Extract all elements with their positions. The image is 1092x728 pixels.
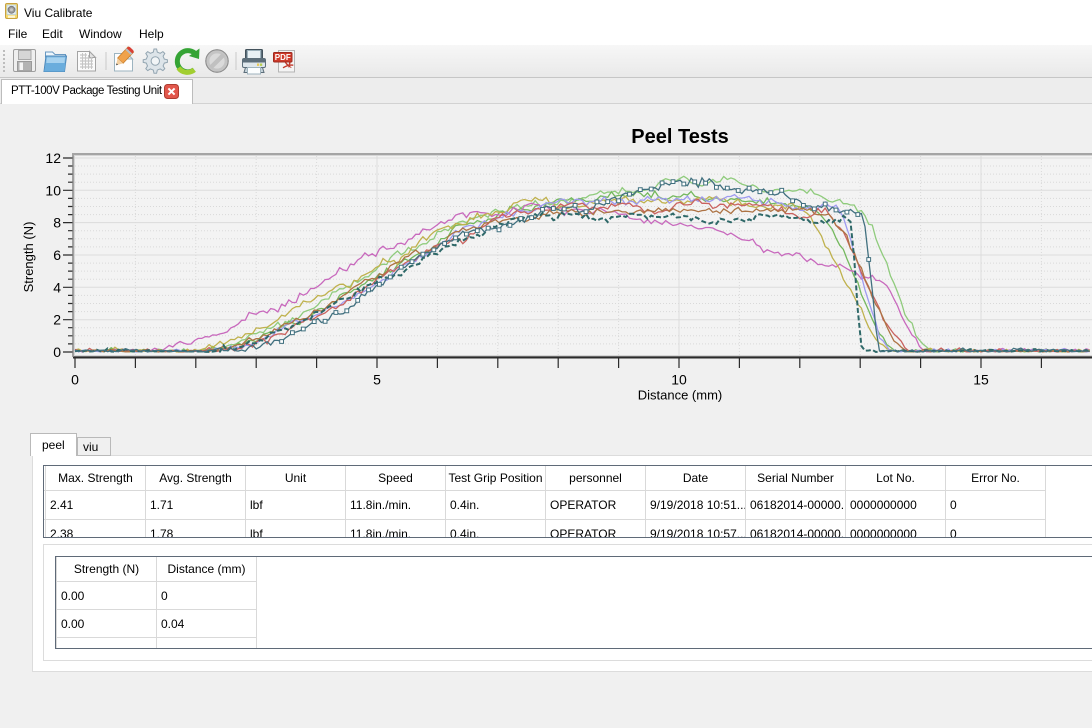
svg-text:15: 15: [973, 372, 989, 388]
svg-text:8: 8: [53, 215, 61, 231]
svg-text:0: 0: [71, 372, 79, 388]
svg-text:4: 4: [53, 279, 61, 295]
svg-text:Peel Tests: Peel Tests: [631, 126, 728, 148]
svg-text:5: 5: [373, 372, 381, 388]
svg-text:Distance (mm): Distance (mm): [638, 388, 723, 403]
svg-text:2: 2: [53, 312, 61, 328]
svg-text:6: 6: [53, 247, 61, 263]
svg-text:Strength (N): Strength (N): [21, 222, 36, 293]
svg-text:10: 10: [45, 182, 61, 198]
svg-text:12: 12: [45, 150, 61, 166]
svg-text:0: 0: [53, 344, 61, 360]
svg-text:10: 10: [671, 372, 687, 388]
